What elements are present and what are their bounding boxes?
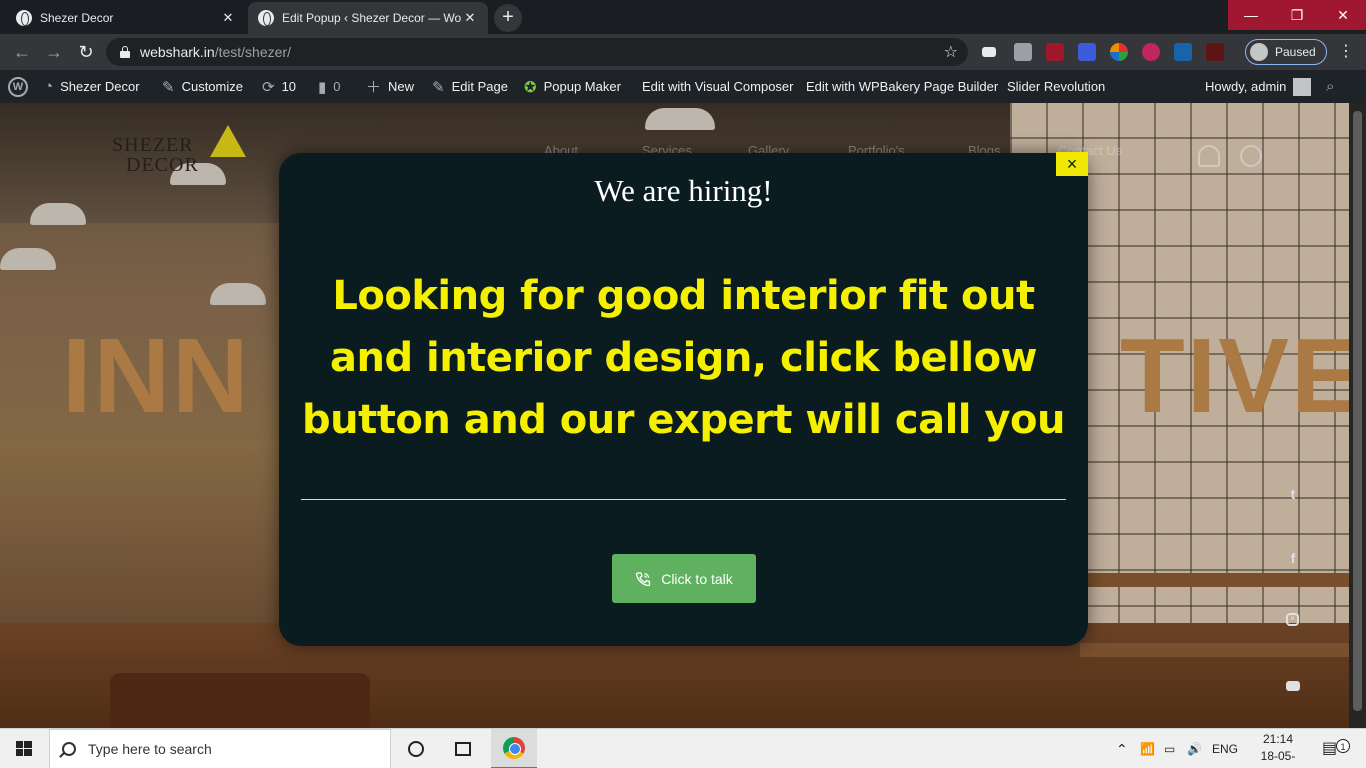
new-content-menu[interactable]: ＋ New — [366, 70, 414, 103]
more-menu-icon[interactable]: ⋮ — [1336, 41, 1356, 61]
popup-title: We are hiring! — [594, 173, 773, 208]
notifications-icon[interactable]: ▤ — [1322, 729, 1337, 768]
comment-icon: ▮ — [318, 78, 327, 96]
edit-page-menu[interactable]: ✎ Edit Page — [432, 70, 508, 103]
tab-shezer-decor[interactable]: Shezer Decor ✕ — [6, 2, 246, 34]
windows-logo-icon — [16, 741, 32, 756]
profile-status: Paused — [1275, 45, 1316, 59]
howdy-label: Howdy, admin — [1205, 79, 1287, 94]
taskbar-search-box[interactable]: Type here to search — [49, 729, 391, 768]
comments-menu[interactable]: ▮ 0 — [318, 70, 341, 103]
extension-icon[interactable] — [1206, 43, 1224, 61]
globe-icon — [258, 10, 274, 26]
taskbar-chrome-app[interactable] — [491, 729, 537, 768]
my-account-menu[interactable]: Howdy, admin — [1205, 70, 1312, 103]
profile-button[interactable]: Paused — [1245, 39, 1327, 65]
popup-maker-menu[interactable]: ✪ Popup Maker — [524, 70, 621, 103]
tab-title: Shezer Decor — [40, 11, 114, 25]
plus-icon: ＋ — [366, 79, 382, 96]
extension-icon[interactable] — [1014, 43, 1032, 61]
color-picker-icon[interactable] — [1110, 43, 1128, 61]
popup-maker-icon: ✪ — [524, 78, 537, 96]
gauge-icon: ◔ — [44, 78, 54, 95]
customize-menu[interactable]: ✎ Customize — [162, 70, 243, 103]
dark-mode-icon[interactable] — [1142, 43, 1160, 61]
reload-button[interactable]: ↻ — [74, 40, 98, 64]
updates-menu[interactable]: ⟳ 10 — [262, 70, 296, 103]
updates-icon: ⟳ — [262, 78, 275, 96]
edit-page-label: Edit Page — [451, 79, 508, 94]
pencil-icon: ✎ — [432, 78, 445, 96]
tab-close-icon[interactable]: ✕ — [462, 10, 478, 26]
edit-wpbakery-link[interactable]: Edit with WPBakery Page Builder — [806, 70, 998, 103]
popup-maker-label: Popup Maker — [543, 79, 621, 94]
forward-button[interactable]: → — [42, 40, 66, 64]
url-path: /test/shezer/ — [214, 44, 291, 60]
tab-close-icon[interactable]: ✕ — [220, 10, 236, 26]
back-button[interactable]: ← — [10, 40, 34, 64]
tab-edit-popup[interactable]: Edit Popup ‹ Shezer Decor — Wo ✕ — [248, 2, 488, 34]
edit-visual-composer-link[interactable]: Edit with Visual Composer — [642, 70, 794, 103]
wp-logo-menu[interactable]: W — [8, 70, 28, 103]
notification-count-badge: 1 — [1336, 739, 1350, 753]
globe-icon — [16, 10, 32, 26]
volume-icon[interactable]: 🔊 — [1187, 729, 1202, 768]
extension-icon[interactable] — [1078, 43, 1096, 61]
site-name-menu[interactable]: ◔ Shezer Decor — [44, 70, 140, 103]
battery-icon[interactable]: ▭ — [1164, 729, 1175, 768]
taskbar-clock[interactable]: 21:14 18-05-2020 — [1248, 731, 1308, 768]
language-indicator[interactable]: ENG — [1212, 729, 1238, 768]
address-bar[interactable]: webshark.in/test/shezer/ ☆ — [106, 38, 968, 66]
tab-title: Edit Popup ‹ Shezer Decor — Wo — [282, 11, 462, 25]
button-label: Click to talk — [661, 570, 733, 587]
popup-message: Looking for good interior fit out and in… — [302, 273, 1065, 443]
task-view-button[interactable] — [440, 729, 486, 768]
window-minimize-button[interactable]: — — [1228, 0, 1274, 30]
slider-revolution-menu[interactable]: Slider Revolution — [1007, 70, 1105, 103]
admin-search-button[interactable]: ⌕ — [1326, 70, 1341, 103]
window-close-button[interactable]: ✕ — [1320, 0, 1366, 30]
new-tab-button[interactable]: + — [494, 4, 522, 32]
updates-count: 10 — [281, 79, 297, 94]
url-host: webshark.in — [140, 44, 215, 60]
browser-toolbar: ← → ↻ webshark.in/test/shezer/ ☆ Paused … — [0, 34, 1366, 70]
phone-icon — [636, 571, 651, 586]
network-icon[interactable]: 📶 — [1140, 729, 1155, 768]
bookmark-star-icon[interactable]: ☆ — [944, 42, 958, 62]
task-view-icon — [455, 742, 471, 756]
wordpress-icon: W — [8, 76, 28, 97]
new-label: New — [388, 79, 415, 94]
wp-admin-bar: W ◔ Shezer Decor ✎ Customize ⟳ 10 ▮ 0 ＋ … — [0, 70, 1366, 103]
popup-divider — [301, 499, 1066, 500]
search-icon: ⌕ — [1326, 78, 1335, 95]
slider-revolution-label: Slider Revolution — [1007, 79, 1106, 94]
edit-wpbakery-label: Edit with WPBakery Page Builder — [806, 79, 999, 94]
extension-icon[interactable] — [982, 47, 996, 57]
cortana-circle-icon — [408, 741, 424, 757]
lock-icon — [120, 46, 130, 58]
ublock-icon[interactable] — [1046, 43, 1064, 61]
comments-count: 0 — [333, 79, 341, 94]
edit-vc-label: Edit with Visual Composer — [642, 79, 794, 94]
avatar — [1250, 43, 1268, 61]
clock-time: 21:14 — [1262, 732, 1294, 746]
chrome-icon — [503, 737, 525, 759]
show-hidden-icons-chevron-icon[interactable]: ⌃ — [1116, 729, 1128, 768]
analytics-icon[interactable] — [1174, 43, 1192, 61]
hiring-popup: × We are hiring! Looking for good interi… — [279, 152, 1088, 646]
start-button[interactable] — [0, 729, 48, 768]
cortana-button[interactable] — [393, 729, 439, 768]
browser-tab-strip: Shezer Decor ✕ Edit Popup ‹ Shezer Decor… — [0, 0, 1366, 34]
windows-taskbar: Type here to search ⌃ 📶 ▭ 🔊 ENG 21:14 18… — [0, 728, 1366, 768]
search-icon — [62, 742, 76, 756]
brush-icon: ✎ — [162, 78, 175, 96]
customize-label: Customize — [181, 79, 243, 94]
taskbar-search-placeholder: Type here to search — [88, 741, 212, 757]
click-to-talk-button[interactable]: Click to talk — [612, 554, 756, 603]
clock-date: 18-05-2020 — [1260, 749, 1296, 768]
avatar — [1293, 77, 1312, 96]
site-name: Shezer Decor — [60, 79, 140, 94]
window-restore-button[interactable]: ❐ — [1274, 0, 1320, 30]
